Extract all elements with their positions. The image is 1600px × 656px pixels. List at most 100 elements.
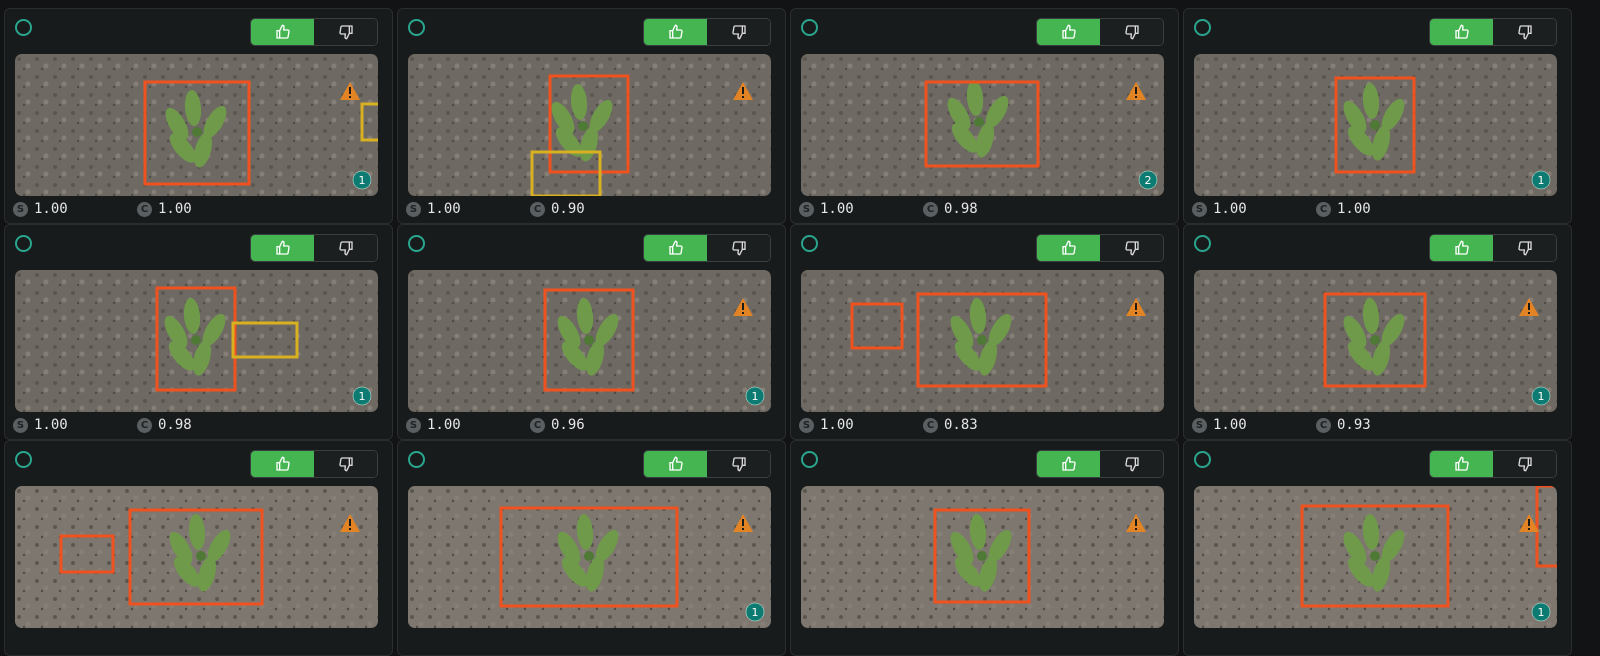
confidence-value: 0.90 (551, 201, 585, 217)
thumbs-up-icon[interactable] (1037, 235, 1100, 261)
thumbs-up-icon[interactable] (1430, 451, 1493, 477)
image-card[interactable]: 1 (1183, 440, 1572, 656)
metrics-row: S 1.00 C 0.90 (406, 201, 776, 219)
soil-image (801, 486, 1164, 628)
score-chip: S (799, 201, 814, 217)
confidence-value: 0.93 (1337, 417, 1371, 433)
thumbs-down-icon[interactable] (1493, 235, 1556, 261)
score-value: 1.00 (820, 201, 854, 217)
select-circle-icon[interactable] (15, 235, 32, 252)
thumbs-down-icon[interactable] (314, 19, 377, 45)
thumbs-down-icon[interactable] (1100, 19, 1163, 45)
image-card[interactable]: S 1.00 C 0.90 (397, 8, 786, 224)
thumbs-down-icon[interactable] (1100, 235, 1163, 261)
image-card[interactable]: 2 S 1.00 C 0.98 (790, 8, 1179, 224)
thumbs-down-icon[interactable] (707, 451, 770, 477)
select-circle-icon[interactable] (801, 235, 818, 252)
thumbs-down-icon[interactable] (707, 19, 770, 45)
plant-thumbnail[interactable]: 1 (1194, 54, 1557, 196)
confidence-metric: C 0.93 (1316, 417, 1371, 433)
score-metric: S 1.00 (799, 417, 854, 433)
plant-thumbnail[interactable] (801, 486, 1164, 628)
image-card[interactable] (790, 440, 1179, 656)
confidence-metric: C 0.90 (530, 201, 585, 217)
confidence-metric: C 0.83 (923, 417, 978, 433)
confidence-chip: C (1316, 417, 1331, 433)
select-circle-icon[interactable] (1194, 451, 1211, 468)
confidence-chip: C (1316, 201, 1331, 217)
select-circle-icon[interactable] (801, 451, 818, 468)
metrics-row: S 1.00 C 0.83 (799, 417, 1169, 435)
plant-thumbnail[interactable] (15, 486, 378, 628)
confidence-metric: C 0.98 (923, 201, 978, 217)
detection-count-badge: 1 (1531, 170, 1551, 190)
select-circle-icon[interactable] (1194, 19, 1211, 36)
metrics-row: S 1.00 C 0.98 (799, 201, 1169, 219)
confidence-value: 0.83 (944, 417, 978, 433)
plant-thumbnail[interactable]: 2 (801, 54, 1164, 196)
confidence-chip: C (137, 201, 152, 217)
plant-thumbnail[interactable]: 1 (1194, 486, 1557, 628)
thumbs-up-icon[interactable] (1430, 19, 1493, 45)
plant-thumbnail[interactable]: 1 (15, 270, 378, 412)
thumbs-down-icon[interactable] (707, 235, 770, 261)
detection-count-badge: 1 (745, 386, 765, 406)
thumbs-up-icon[interactable] (251, 235, 314, 261)
thumbs-up-icon[interactable] (251, 451, 314, 477)
select-circle-icon[interactable] (15, 451, 32, 468)
thumbs-up-icon[interactable] (644, 451, 707, 477)
confidence-value: 0.98 (158, 417, 192, 433)
detection-count-badge: 1 (352, 170, 372, 190)
soil-image (408, 54, 771, 196)
svg-text:1: 1 (359, 174, 366, 187)
image-card[interactable]: 1 (397, 440, 786, 656)
soil-image: 1 (408, 270, 771, 412)
image-card[interactable]: 1 S 1.00 C 0.93 (1183, 224, 1572, 440)
thumbs-up-icon[interactable] (1430, 235, 1493, 261)
score-metric: S 1.00 (406, 417, 461, 433)
image-card[interactable]: 1 S 1.00 C 1.00 (1183, 8, 1572, 224)
plant-thumbnail[interactable]: 1 (408, 270, 771, 412)
select-circle-icon[interactable] (15, 19, 32, 36)
vote-toggle (643, 234, 771, 262)
thumbs-down-icon[interactable] (314, 451, 377, 477)
image-card[interactable]: 1 S 1.00 C 0.96 (397, 224, 786, 440)
score-metric: S 1.00 (1192, 417, 1247, 433)
select-circle-icon[interactable] (408, 451, 425, 468)
detection-count-badge: 1 (352, 386, 372, 406)
vote-toggle (250, 234, 378, 262)
image-card[interactable]: 1 S 1.00 C 0.98 (4, 224, 393, 440)
thumbs-down-icon[interactable] (1100, 451, 1163, 477)
score-value: 1.00 (820, 417, 854, 433)
plant-thumbnail[interactable]: 1 (408, 486, 771, 628)
select-circle-icon[interactable] (1194, 235, 1211, 252)
thumbs-up-icon[interactable] (1037, 451, 1100, 477)
soil-image (801, 270, 1164, 412)
confidence-chip: C (530, 417, 545, 433)
thumbs-up-icon[interactable] (1037, 19, 1100, 45)
svg-text:2: 2 (1145, 174, 1152, 187)
score-value: 1.00 (427, 417, 461, 433)
svg-text:1: 1 (752, 606, 759, 619)
thumbs-up-icon[interactable] (644, 235, 707, 261)
confidence-value: 0.98 (944, 201, 978, 217)
plant-thumbnail[interactable] (801, 270, 1164, 412)
vote-toggle (250, 450, 378, 478)
image-card[interactable]: S 1.00 C 0.83 (790, 224, 1179, 440)
plant-thumbnail[interactable]: 1 (1194, 270, 1557, 412)
thumbs-down-icon[interactable] (1493, 451, 1556, 477)
plant-thumbnail[interactable]: 1 (15, 54, 378, 196)
select-circle-icon[interactable] (408, 235, 425, 252)
thumbs-down-icon[interactable] (314, 235, 377, 261)
select-circle-icon[interactable] (408, 19, 425, 36)
select-circle-icon[interactable] (801, 19, 818, 36)
thumbs-down-icon[interactable] (1493, 19, 1556, 45)
thumbs-up-icon[interactable] (644, 19, 707, 45)
plant-thumbnail[interactable] (408, 54, 771, 196)
image-grid: 1 S 1.00 C 1.00 S 1.00 C 0.90 2 S 1.00 C 0.98 1 S 1.00 C 1… (0, 0, 1600, 656)
image-card[interactable] (4, 440, 393, 656)
image-card[interactable]: 1 S 1.00 C 1.00 (4, 8, 393, 224)
thumbs-up-icon[interactable] (251, 19, 314, 45)
score-metric: S 1.00 (13, 417, 68, 433)
vote-toggle (643, 18, 771, 46)
